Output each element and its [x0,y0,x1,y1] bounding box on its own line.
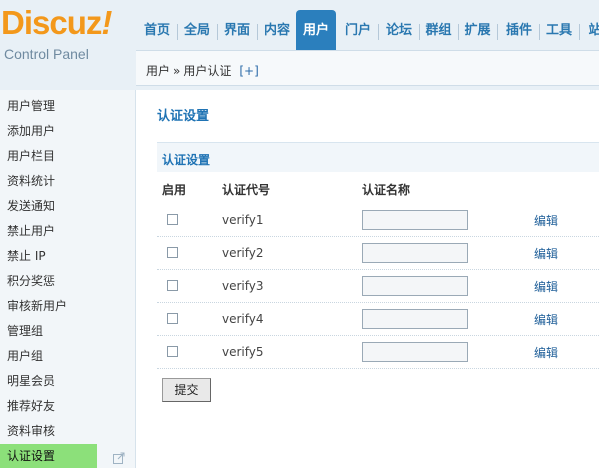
nav-tab[interactable]: 插件 [500,10,538,48]
main-content: 认证设置 认证设置 启用 认证代号 认证名称 verify1 编辑 verify2 编… [137,90,599,468]
sidebar-item[interactable]: 认证设置 [0,444,97,468]
column-header-name: 认证名称 [362,183,411,197]
sidebar-item[interactable]: 禁止 IP [0,244,135,268]
nav-tab[interactable]: 论坛 [380,10,418,48]
enable-checkbox[interactable] [167,247,178,258]
sidebar-item[interactable]: 禁止用户 [0,219,135,243]
sidebar-item[interactable]: 积分奖惩 [0,269,135,293]
edit-link[interactable]: 编辑 [534,311,558,328]
breadcrumb-bar: 用户» 用户认证 [+] [136,50,599,86]
edit-link[interactable]: 编辑 [534,212,558,229]
nav-tab[interactable]: 全局 [178,10,216,48]
table-row: verify2 编辑 [157,237,599,270]
nav-separator [497,24,498,40]
sidebar-item[interactable]: 资料统计 [0,169,135,193]
column-header-code: 认证代号 [222,183,271,197]
sidebar-item[interactable]: 明星会员 [0,369,135,393]
enable-checkbox[interactable] [167,280,178,291]
nav-tab[interactable]: 界面 [218,10,256,48]
sidebar-item[interactable]: 发送通知 [0,194,135,218]
verify-code: verify2 [222,246,264,260]
edit-link[interactable]: 编辑 [534,278,558,295]
logo-wordmark: Discuz! [1,4,112,41]
edit-link[interactable]: 编辑 [534,344,558,361]
nav-tab[interactable]: 门户 [339,10,377,48]
nav-separator [378,24,379,40]
nav-tab[interactable]: 内容 [258,10,296,48]
sidebar-item[interactable]: 审核新用户 [0,294,135,318]
sidebar-item[interactable]: 推荐好友 [0,394,135,418]
nav-tab[interactable]: 扩展 [459,10,496,48]
table-row: verify1 编辑 [157,204,599,237]
popout-icon[interactable] [112,451,126,465]
verify-name-input[interactable] [362,342,468,362]
breadcrumb-current: 用户认证 [183,64,232,78]
verify-name-input[interactable] [362,210,468,230]
edit-link[interactable]: 编辑 [534,245,558,262]
sidebar-item[interactable]: 用户组 [0,344,135,368]
breadcrumb-separator: » [173,64,181,78]
nav-tab[interactable]: 首页 [138,10,176,48]
verify-code: verify1 [222,213,264,227]
table-row: verify3 编辑 [157,270,599,303]
page-title: 认证设置 [157,109,210,124]
column-header-enable: 启用 [162,183,187,197]
section-header: 认证设置 [157,142,599,172]
enable-checkbox[interactable] [167,214,178,225]
breadcrumb-root[interactable]: 用户 [146,64,170,78]
submit-button[interactable]: 提交 [162,378,211,402]
nav-tab[interactable]: 用户 [296,10,336,50]
table-row: verify4 编辑 [157,303,599,336]
verify-code: verify4 [222,312,264,326]
nav-tab[interactable]: 群组 [420,10,457,48]
sidebar-item[interactable]: 用户管理 [0,94,135,118]
enable-checkbox[interactable] [167,313,178,324]
section-title: 认证设置 [162,153,211,167]
nav-tab[interactable]: 工具 [540,10,578,48]
nav-tab[interactable]: 站 [580,10,599,48]
sidebar: 认证设置 资料审核 推荐好友 明星会员 用户组 管理组 审核新用户 积分奖惩 禁止 IP 禁止用户… [0,90,136,468]
verify-name-input[interactable] [362,243,468,263]
verify-name-input[interactable] [362,309,468,329]
enable-checkbox[interactable] [167,346,178,357]
verify-code: verify5 [222,345,264,359]
logo-subtitle: Control Panel [4,46,89,62]
table-row: verify5 编辑 [157,336,599,369]
verify-code: verify3 [222,279,264,293]
breadcrumb: 用户» 用户认证 [+] [146,62,259,79]
sidebar-item[interactable]: 资料审核 [0,419,135,443]
sidebar-item[interactable]: 管理组 [0,319,135,343]
sidebar-item[interactable]: 用户栏目 [0,144,135,168]
breadcrumb-add-link[interactable]: [+] [239,64,258,78]
verify-name-input[interactable] [362,276,468,296]
sidebar-item[interactable]: 添加用户 [0,119,135,143]
logo: Discuz! Control Panel [0,0,136,90]
